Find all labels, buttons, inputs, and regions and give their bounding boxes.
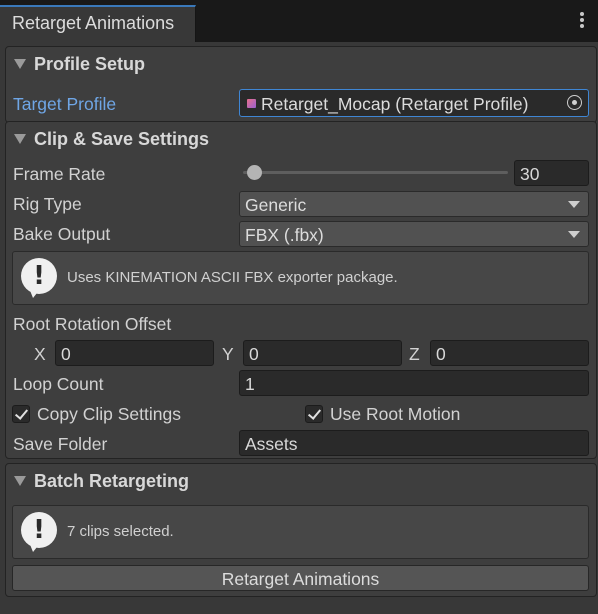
copy-clip-settings-checkbox[interactable] [12, 405, 30, 423]
foldout-arrow-icon [14, 59, 26, 69]
help-text: 7 clips selected. [67, 523, 174, 540]
target-profile-value: Retarget_Mocap (Retarget Profile) [261, 94, 529, 114]
panel-title: Batch Retargeting [34, 471, 190, 491]
y-value: 0 [249, 344, 259, 364]
loop-count-label: Loop Count [13, 374, 104, 394]
help-text: Uses KINEMATION ASCII FBX exporter packa… [67, 269, 398, 286]
foldout-arrow-icon [14, 476, 26, 486]
save-folder-label: Save Folder [13, 434, 108, 454]
clip-save-panel: Clip & Save Settings Frame Rate 30 Rig T… [5, 121, 597, 459]
save-folder-field[interactable]: Assets [239, 430, 589, 456]
retarget-animations-button[interactable]: Retarget Animations [12, 565, 589, 591]
batch-retargeting-panel: Batch Retargeting ! 7 clips selected. Re… [5, 463, 597, 597]
z-value: 0 [436, 344, 446, 364]
batch-retargeting-header[interactable]: Batch Retargeting [6, 464, 596, 498]
info-bubble-icon: ! [21, 258, 57, 298]
copy-clip-settings-label: Copy Clip Settings [37, 404, 181, 424]
target-profile-field[interactable]: Retarget_Mocap (Retarget Profile) [239, 89, 589, 117]
x-label: X [34, 344, 46, 364]
z-label: Z [409, 344, 420, 364]
info-bubble-icon: ! [21, 512, 57, 552]
tab-retarget-animations[interactable]: Retarget Animations [0, 5, 196, 42]
use-root-motion-label: Use Root Motion [330, 404, 461, 424]
chevron-down-icon [568, 231, 580, 238]
save-folder-value: Assets [245, 434, 298, 454]
fbx-help-box: ! Uses KINEMATION ASCII FBX exporter pac… [12, 251, 589, 305]
z-field[interactable]: 0 [430, 340, 589, 366]
button-label: Retarget Animations [221, 569, 380, 589]
panel-title: Clip & Save Settings [34, 129, 210, 149]
kebab-menu-icon[interactable] [574, 12, 590, 32]
frame-rate-label: Frame Rate [13, 164, 106, 184]
rig-type-dropdown[interactable]: Generic [239, 191, 589, 217]
chevron-down-icon [568, 201, 580, 208]
profile-setup-header[interactable]: Profile Setup [6, 47, 596, 81]
tab-title: Retarget Animations [12, 13, 175, 33]
bake-output-value: FBX (.fbx) [245, 225, 324, 245]
frame-rate-field[interactable]: 30 [514, 160, 589, 186]
x-value: 0 [61, 344, 71, 364]
inspector-content: Profile Setup Target Profile Retarget_Mo… [0, 42, 598, 614]
profile-setup-panel: Profile Setup Target Profile Retarget_Mo… [5, 46, 597, 123]
y-label: Y [222, 344, 234, 364]
foldout-arrow-icon [14, 134, 26, 144]
loop-count-value: 1 [245, 374, 255, 394]
panel-title: Profile Setup [34, 54, 146, 74]
clip-save-header[interactable]: Clip & Save Settings [6, 122, 596, 156]
target-profile-label: Target Profile [13, 94, 117, 114]
use-root-motion-checkbox[interactable] [305, 405, 323, 423]
root-rotation-offset-label: Root Rotation Offset [13, 314, 172, 334]
frame-rate-value: 30 [520, 164, 540, 184]
batch-help-box: ! 7 clips selected. [12, 505, 589, 559]
object-picker-icon[interactable] [567, 95, 582, 110]
bake-output-dropdown[interactable]: FBX (.fbx) [239, 221, 589, 247]
x-field[interactable]: 0 [55, 340, 214, 366]
y-field[interactable]: 0 [243, 340, 402, 366]
bake-output-label: Bake Output [13, 224, 111, 244]
frame-rate-slider-thumb[interactable] [247, 165, 262, 180]
rig-type-label: Rig Type [13, 194, 82, 214]
rig-type-value: Generic [245, 195, 307, 215]
frame-rate-slider-track[interactable] [243, 171, 508, 174]
retarget-profile-icon [247, 99, 256, 108]
tab-bar: Retarget Animations [0, 0, 598, 42]
loop-count-field[interactable]: 1 [239, 370, 589, 396]
